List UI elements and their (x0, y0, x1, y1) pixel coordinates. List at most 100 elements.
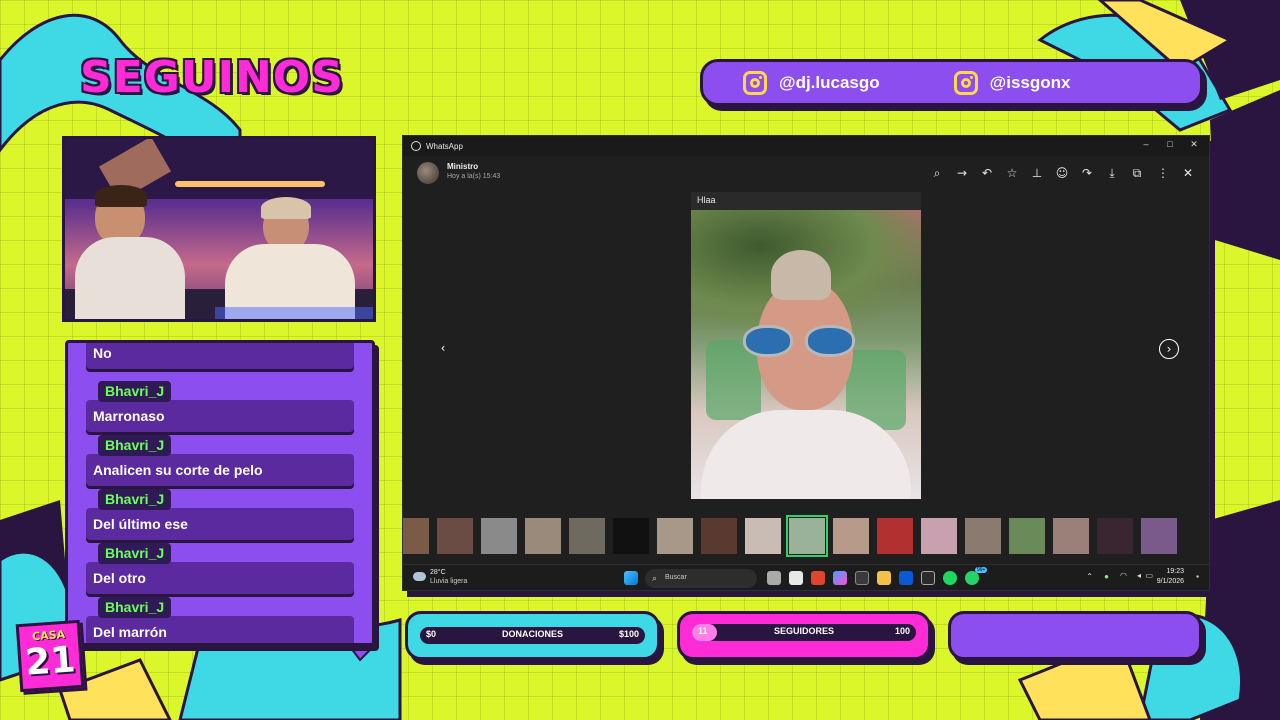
media-thumbnail[interactable] (701, 518, 737, 554)
media-thumbnail[interactable] (1053, 518, 1089, 554)
volume-icon[interactable]: ◂ (1137, 571, 1141, 580)
reply-icon[interactable]: ↶ (978, 164, 996, 182)
media-thumbnail[interactable] (569, 518, 605, 554)
close-icon[interactable]: ✕ (1179, 164, 1197, 182)
media-thumbnail[interactable] (657, 518, 693, 554)
pin-icon[interactable]: ⊥ (1028, 164, 1046, 182)
weather-desc[interactable]: Lluvia ligera (430, 578, 467, 585)
chat-message-text: Analicen su corte de pelo (86, 454, 354, 486)
spotify-icon[interactable] (943, 571, 957, 585)
donations-label: DONACIONES (501, 629, 563, 639)
chat-panel: No Bhavri_J Marronaso Bhavri_J Analicen … (65, 340, 375, 646)
chat-username: Bhavri_J (98, 543, 172, 564)
media-thumbnail[interactable] (833, 518, 869, 554)
start-icon[interactable] (624, 571, 638, 585)
taskbar-search[interactable]: ⌕ Buscar (645, 569, 757, 588)
minimize-button[interactable]: – (1135, 139, 1157, 149)
clock-time[interactable]: 19:23 (1166, 568, 1184, 575)
chat-message: No (86, 343, 354, 369)
maximize-button[interactable]: □ (1159, 139, 1181, 149)
windows-taskbar: 28°C Lluvia ligera ⌕ Buscar 99+ ⌃ ● ◠ ◂ … (403, 564, 1209, 590)
donations-goal-bar: $0 DONACIONES $100 (405, 611, 660, 660)
avatar[interactable] (417, 162, 439, 184)
media-thumbnail[interactable] (965, 518, 1001, 554)
social-item: @dj.lucasgo (743, 70, 880, 95)
media-thumbnail[interactable] (877, 518, 913, 554)
wifi-icon[interactable]: ◠ (1120, 571, 1127, 580)
empty-goal-bar (948, 611, 1202, 660)
media-thumbnail[interactable] (613, 518, 649, 554)
notifications-icon[interactable]: ▪ (1196, 572, 1199, 581)
media-thumbnail[interactable] (1009, 518, 1045, 554)
task-view-icon[interactable] (767, 571, 781, 585)
chat-message: Bhavri_J Del otro (86, 543, 354, 594)
donations-max: $100 (618, 629, 639, 639)
app-icon[interactable] (899, 571, 913, 585)
media-thumbnail[interactable] (525, 518, 561, 554)
socials-bar: @dj.lucasgo @issgonx (700, 59, 1203, 106)
more-options-icon[interactable]: ⋮ (1154, 164, 1172, 182)
battery-icon[interactable]: ▭ (1145, 571, 1153, 580)
window-titlebar[interactable]: WhatsApp (403, 136, 1209, 156)
media-viewer-header: Ministro Hoy a la(s) 15:43 ⌕ → ↶ ☆ ⊥ ☺ ↷… (403, 156, 1209, 188)
zoom-in-icon[interactable]: ⌕ (928, 164, 946, 182)
followers-max: 100 (894, 626, 910, 636)
media-thumbnail[interactable] (921, 518, 957, 554)
forward-arrow-icon[interactable]: → (953, 164, 971, 182)
media-thumbnail[interactable] (481, 518, 517, 554)
donations-track: $0 DONACIONES $100 (420, 627, 645, 644)
next-media-button[interactable]: › (1159, 339, 1179, 359)
app-icon[interactable] (921, 571, 935, 585)
instagram-icon (953, 70, 978, 95)
media-thumbnail[interactable] (745, 518, 781, 554)
chat-message-text: Del otro (86, 562, 354, 594)
whatsapp-icon (411, 141, 421, 151)
media-thumbnail-strip (403, 515, 1209, 558)
followers-label: SEGUIDORES (773, 626, 834, 636)
media-thumbnail[interactable] (403, 518, 429, 554)
message-timestamp: Hoy a la(s) 15:43 (447, 173, 501, 180)
file-explorer-icon[interactable] (877, 571, 891, 585)
media-thumbnail[interactable] (1097, 518, 1133, 554)
search-placeholder: Buscar (665, 574, 687, 581)
chat-username: Bhavri_J (98, 435, 172, 456)
weather-temp[interactable]: 28°C (430, 569, 446, 576)
chat-message-text: Del último ese (86, 508, 354, 540)
whatsapp-window[interactable]: WhatsApp – □ ✕ Ministro Hoy a la(s) 15:4… (402, 135, 1210, 591)
logo-number: 21 (23, 639, 77, 684)
followers-track: 11 SEGUIDORES 100 (692, 624, 916, 641)
brave-icon[interactable] (811, 571, 825, 585)
prev-media-button[interactable]: ‹ (433, 339, 453, 359)
window-close-button[interactable]: ✕ (1183, 139, 1205, 150)
contact-name[interactable]: Ministro (447, 162, 478, 171)
chat-message: Bhavri_J Del marrón (86, 597, 354, 643)
media-thumbnail[interactable] (437, 518, 473, 554)
followers-goal-bar: 11 SEGUIDORES 100 (677, 611, 931, 660)
app-icon[interactable] (855, 571, 869, 585)
microphone-icon[interactable]: ● (1104, 572, 1109, 581)
chat-message-text: Marronaso (86, 400, 354, 432)
media-image (691, 210, 921, 499)
copilot-icon[interactable] (833, 571, 847, 585)
emoji-icon[interactable]: ☺ (1053, 164, 1071, 182)
clock-date[interactable]: 9/1/2026 (1157, 578, 1184, 585)
whatsapp-taskbar-icon[interactable] (965, 571, 979, 585)
open-external-icon[interactable]: ⧉ (1128, 164, 1146, 182)
calendar-icon[interactable] (789, 571, 803, 585)
chat-username: Bhavri_J (98, 597, 172, 618)
media-thumbnail[interactable] (1141, 518, 1177, 554)
media-thumbnail-selected[interactable] (786, 515, 828, 557)
notification-badge: 99+ (975, 567, 988, 573)
chat-username: Bhavri_J (98, 489, 172, 510)
instagram-icon (743, 70, 767, 95)
social-item: @issgonx (953, 70, 1070, 95)
chevron-up-icon[interactable]: ⌃ (1086, 572, 1093, 581)
chat-message-text: No (86, 343, 354, 369)
forward-icon[interactable]: ↷ (1078, 164, 1096, 182)
chat-message-text: Del marrón (86, 616, 354, 643)
star-icon[interactable]: ☆ (1003, 164, 1021, 182)
webcam-feed (62, 136, 376, 322)
chat-message: Bhavri_J Marronaso (86, 381, 354, 432)
overlay-title: SEGUINOS (80, 52, 344, 103)
download-icon[interactable]: ⤓ (1103, 164, 1121, 182)
